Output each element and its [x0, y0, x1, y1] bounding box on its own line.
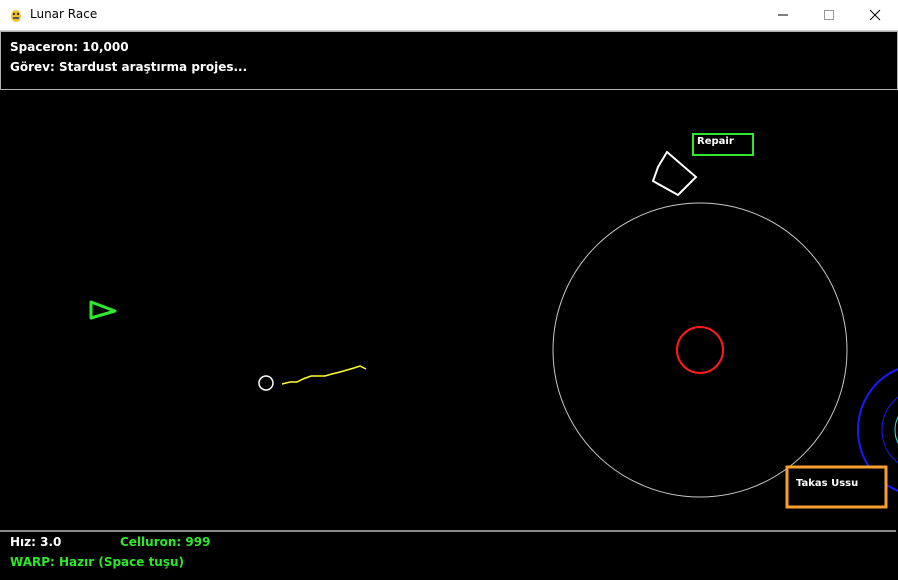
maximize-icon — [824, 10, 834, 20]
top-hud-panel: Spaceron: 10,000 Görev: Stardust araştır… — [0, 31, 898, 90]
repair-label: Repair — [697, 136, 734, 147]
blue-planet-ring — [881, 396, 898, 464]
window-title: Lunar Race — [30, 7, 98, 21]
close-icon — [869, 9, 881, 21]
warp-status: WARP: Hazır (Space tuşu) — [10, 555, 185, 569]
close-button[interactable] — [852, 0, 898, 30]
player-ship — [89, 300, 117, 320]
spaceron-counter: Spaceron: 10,000 — [10, 40, 129, 54]
planet-orbit — [552, 202, 848, 498]
bottom-hud-panel: Hız: 3.0 Celluron: 999 WARP: Hazır (Spac… — [0, 530, 896, 580]
mission-text: Görev: Stardust araştırma projes... — [10, 60, 248, 74]
speed-readout: Hız: 3.0 — [10, 535, 62, 549]
maximize-button[interactable] — [806, 0, 852, 30]
trade-base-label: Takas Ussu — [796, 478, 859, 489]
minimize-icon — [778, 14, 788, 16]
space-field — [89, 133, 898, 509]
pygame-snake-icon — [11, 10, 21, 22]
title-bar: Lunar Race — [0, 0, 898, 31]
red-planet — [676, 326, 724, 374]
rival-ship — [258, 375, 274, 391]
minimize-button[interactable] — [760, 0, 806, 30]
rival-trail — [281, 365, 367, 385]
celluron-counter: Celluron: 999 — [120, 535, 211, 549]
repair-station — [651, 150, 698, 197]
